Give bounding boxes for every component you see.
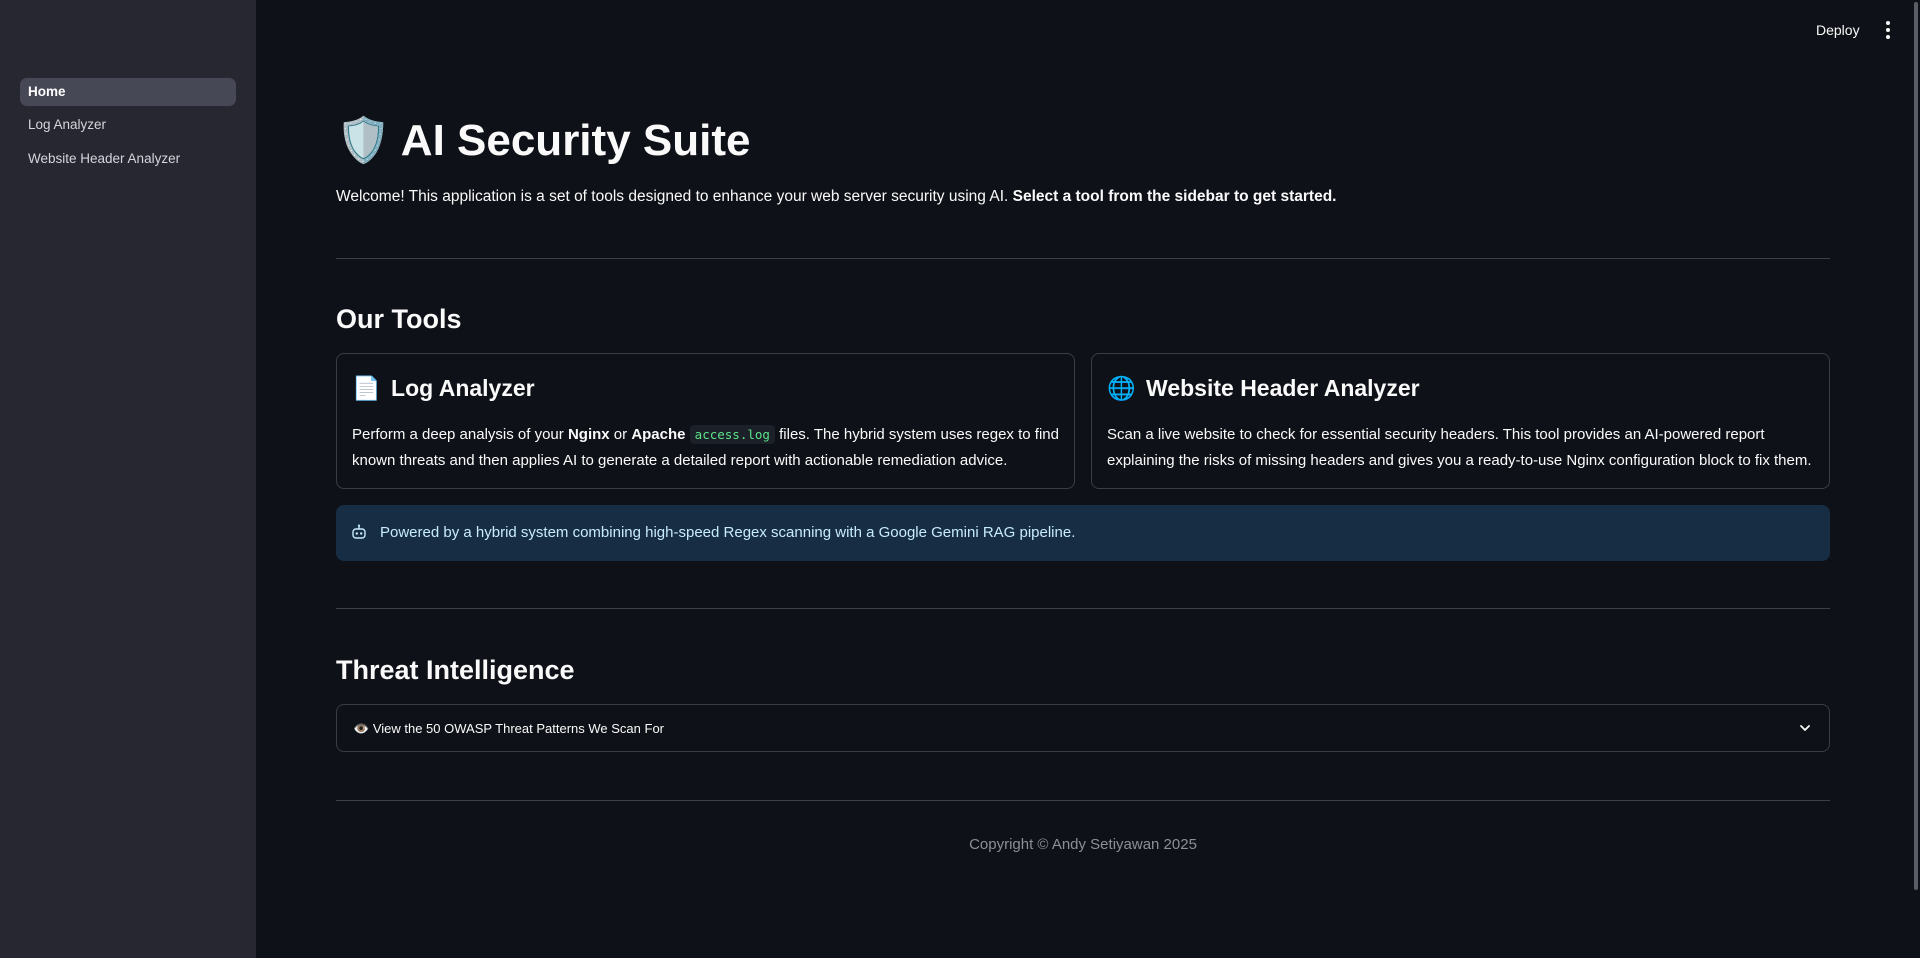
log-analyzer-text-2: or — [613, 426, 628, 443]
expander-label[interactable]: 👁️ View the 50 OWASP Threat Patterns We … — [353, 719, 664, 739]
access-log-code: access.log — [689, 425, 775, 444]
sidebar-item-home[interactable]: Home — [20, 78, 236, 106]
log-analyzer-text-1: Perform a deep analysis of your — [352, 426, 564, 443]
header-analyzer-title: 🌐 Website Header Analyzer — [1107, 372, 1420, 404]
sidebar-item-log-analyzer[interactable]: Log Analyzer — [20, 111, 236, 139]
page-title-text: AI Security Suite — [400, 116, 751, 165]
sidebar-item-website-header-analyzer[interactable]: Website Header Analyzer — [20, 145, 236, 173]
main-content: 🛡️ AI Security Suite Welcome! This applic… — [336, 0, 1830, 958]
log-analyzer-description: Perform a deep analysis of your Nginx or… — [352, 422, 1062, 474]
our-tools-heading: Our Tools — [336, 304, 462, 334]
info-text: Powered by a hybrid system combining hig… — [380, 524, 1076, 541]
owasp-patterns-expander[interactable]: 👁️ View the 50 OWASP Threat Patterns We … — [336, 704, 1830, 752]
welcome-text-bold: Select a tool from the sidebar to get st… — [1012, 188, 1337, 205]
header-analyzer-title-text: Website Header Analyzer — [1146, 375, 1420, 401]
divider — [336, 800, 1830, 801]
document-icon: 📄 — [352, 375, 381, 401]
threat-intelligence-heading: Threat Intelligence — [336, 655, 575, 685]
divider — [336, 608, 1830, 609]
globe-icon: 🌐 — [1107, 375, 1136, 401]
footer-copyright: Copyright © Andy Setiyawan 2025 — [969, 836, 1197, 853]
kebab-menu-icon[interactable] — [1880, 20, 1896, 40]
welcome-text: Welcome! This application is a set of to… — [336, 186, 1336, 208]
robot-icon — [351, 523, 367, 543]
info-alert: Powered by a hybrid system combining hig… — [336, 505, 1830, 561]
expander-label-text: View the 50 OWASP Threat Patterns We Sca… — [372, 721, 665, 736]
apache-bold: Apache — [631, 426, 686, 443]
header-analyzer-card: 🌐 Website Header Analyzer Scan a live we… — [1091, 353, 1830, 489]
divider — [336, 258, 1830, 259]
header-analyzer-description: Scan a live website to check for essenti… — [1107, 426, 1812, 469]
sidebar: Home Log Analyzer Website Header Analyze… — [0, 0, 256, 958]
eye-icon: 👁️ — [353, 721, 370, 736]
log-analyzer-title-text: Log Analyzer — [391, 375, 535, 401]
log-analyzer-title: 📄 Log Analyzer — [352, 372, 535, 404]
scrollbar[interactable] — [1914, 2, 1918, 890]
nginx-bold: Nginx — [567, 426, 610, 443]
shield-icon: 🛡️ — [336, 116, 391, 165]
welcome-text-plain: Welcome! This application is a set of to… — [336, 188, 1009, 205]
log-analyzer-card: 📄 Log Analyzer Perform a deep analysis o… — [336, 353, 1075, 489]
page-title: 🛡️ AI Security Suite — [336, 113, 750, 169]
chevron-down-icon[interactable] — [1799, 721, 1811, 733]
